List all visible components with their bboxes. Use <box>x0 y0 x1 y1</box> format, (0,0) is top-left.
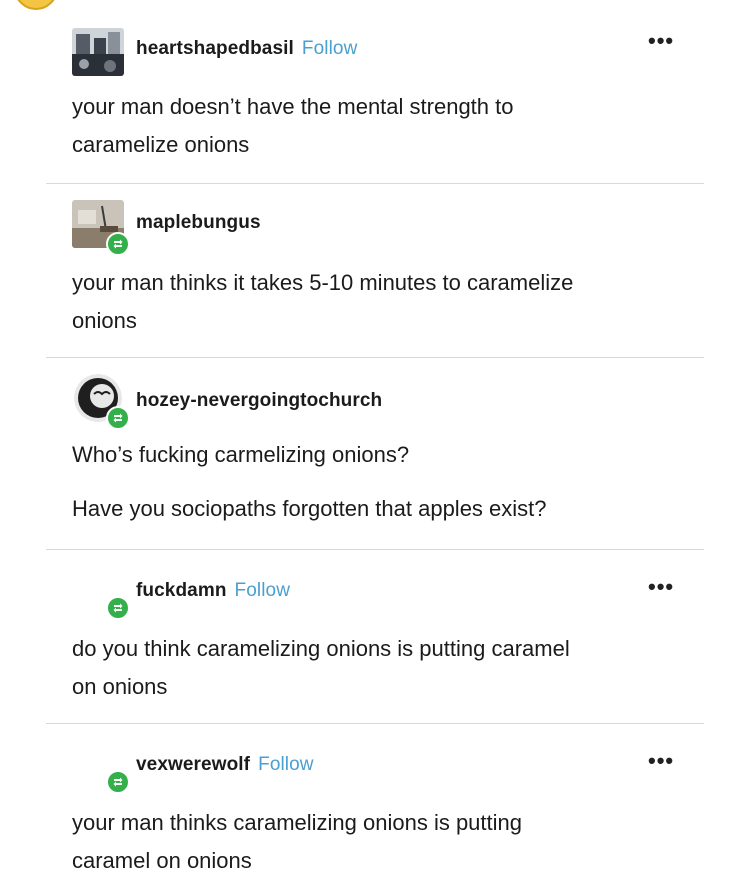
post-maplebungus: maplebungus your man thinks it takes 5-1… <box>0 196 750 356</box>
text-line: on onions <box>72 674 168 699</box>
divider <box>46 723 704 724</box>
post-text: your man thinks it takes 5-10 minutes to… <box>72 264 682 340</box>
reblog-icon <box>106 770 130 794</box>
post-text: Who’s fucking carmelizing onions? Have y… <box>72 436 682 528</box>
username-text[interactable]: maplebungus <box>136 212 261 233</box>
username-text[interactable]: heartshapedbasil <box>136 38 294 59</box>
reblog-icon <box>106 232 130 256</box>
follow-button[interactable]: Follow <box>302 38 358 59</box>
post-header: heartshapedbasil Follow ••• <box>0 22 750 76</box>
post-vexwerewolf: vexwerewolf Follow ••• your man thinks ca… <box>0 740 750 890</box>
text-line: Who’s fucking carmelizing onions? <box>72 442 410 467</box>
post-heartshapedbasil: heartshapedbasil Follow ••• your man does… <box>0 22 750 182</box>
divider <box>46 549 704 550</box>
follow-button[interactable]: Follow <box>235 580 291 601</box>
username[interactable]: hozey-nevergoingtochurch <box>136 390 382 412</box>
more-options-icon[interactable]: ••• <box>648 576 674 598</box>
text-line: your man thinks caramelizing onions is p… <box>72 810 523 835</box>
text-line: your man doesn’t have the mental strengt… <box>72 94 514 119</box>
more-options-icon[interactable]: ••• <box>648 750 674 772</box>
post-header: maplebungus <box>0 196 750 256</box>
post-header: fuckdamn Follow ••• <box>0 566 750 620</box>
text-line: your man thinks it takes 5-10 minutes to… <box>72 270 574 295</box>
post-text: your man thinks caramelizing onions is p… <box>72 804 682 880</box>
username[interactable]: vexwerewolf Follow <box>136 754 314 776</box>
text-line: caramel on onions <box>72 848 252 873</box>
username-text[interactable]: hozey-nevergoingtochurch <box>136 390 382 411</box>
text-line: do you think caramelizing onions is putt… <box>72 636 570 661</box>
text-line: onions <box>72 308 137 333</box>
username[interactable]: heartshapedbasil Follow <box>136 38 357 60</box>
username-text[interactable]: fuckdamn <box>136 580 227 601</box>
avatar[interactable] <box>72 28 124 76</box>
post-text: do you think caramelizing onions is putt… <box>72 630 682 706</box>
text-line: Have you sociopaths forgotten that apple… <box>72 496 547 521</box>
divider <box>46 183 704 184</box>
emoji-sticker <box>14 0 58 10</box>
more-options-icon[interactable]: ••• <box>648 30 674 52</box>
reblog-icon <box>106 406 130 430</box>
reblog-icon <box>106 596 130 620</box>
post-fuckdamn: fuckdamn Follow ••• do you think carameli… <box>0 566 750 721</box>
post-header: vexwerewolf Follow ••• <box>0 740 750 794</box>
username-text[interactable]: vexwerewolf <box>136 754 250 775</box>
post-header: hozey-nevergoingtochurch <box>0 372 750 430</box>
username[interactable]: maplebungus <box>136 212 261 234</box>
post-text: your man doesn’t have the mental strengt… <box>72 88 682 164</box>
follow-button[interactable]: Follow <box>258 754 314 775</box>
username[interactable]: fuckdamn Follow <box>136 580 290 602</box>
text-line: caramelize onions <box>72 132 250 157</box>
divider <box>46 357 704 358</box>
post-hozey-nevergoingtochurch: hozey-nevergoingtochurch Who’s fucking c… <box>0 372 750 547</box>
